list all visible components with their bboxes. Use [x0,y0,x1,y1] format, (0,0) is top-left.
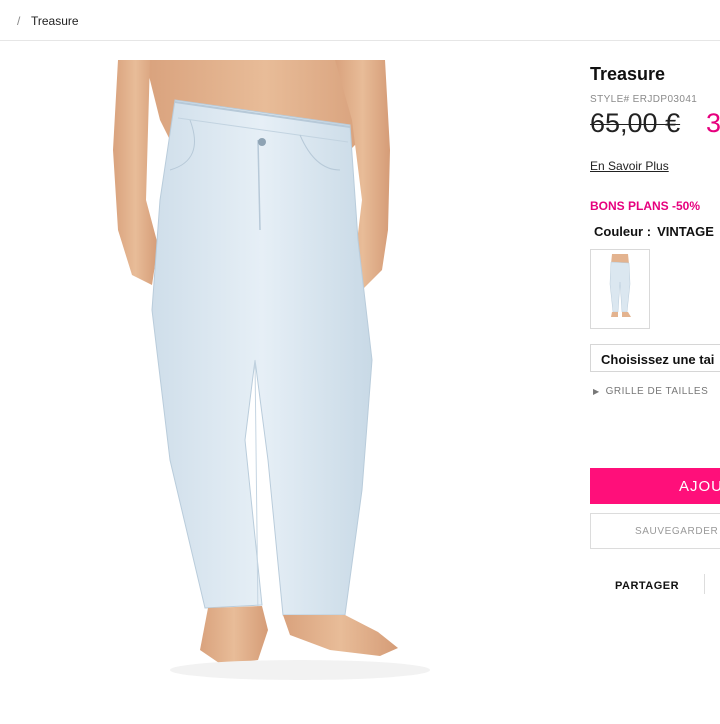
save-button[interactable]: SAUVEGARDER [590,513,720,549]
style-number: STYLE# ERJDP03041 [590,94,697,105]
product-image[interactable] [0,60,580,700]
triangle-right-icon: ▶ [593,387,600,396]
color-row: Couleur : VINTAGE [594,224,714,239]
color-value: VINTAGE [657,224,714,239]
share-divider [704,574,705,594]
promo-badge: BONS PLANS -50% [590,199,701,213]
original-price: 65,00 € [590,108,681,138]
style-label: STYLE# [590,94,630,105]
size-select[interactable]: Choisissez une tai [590,344,720,372]
add-to-cart-button[interactable]: AJOU [590,468,720,504]
breadcrumb-item-current: Treasure [31,14,79,28]
learn-more-link[interactable]: En Savoir Plus [590,159,669,173]
breadcrumb: ns / Treasure [0,0,720,41]
style-code: ERJDP03041 [632,94,698,105]
sale-price: 3 [706,108,720,138]
color-label: Couleur : [594,224,652,239]
breadcrumb-separator: / [17,14,21,28]
product-title: Treasure [590,64,666,84]
color-swatch-vintage[interactable] [590,249,650,329]
size-guide-link[interactable]: ▶ GRILLE DE TAILLES [593,386,708,397]
share-button[interactable]: PARTAGER [615,580,679,592]
size-guide-label: GRILLE DE TAILLES [605,386,709,397]
